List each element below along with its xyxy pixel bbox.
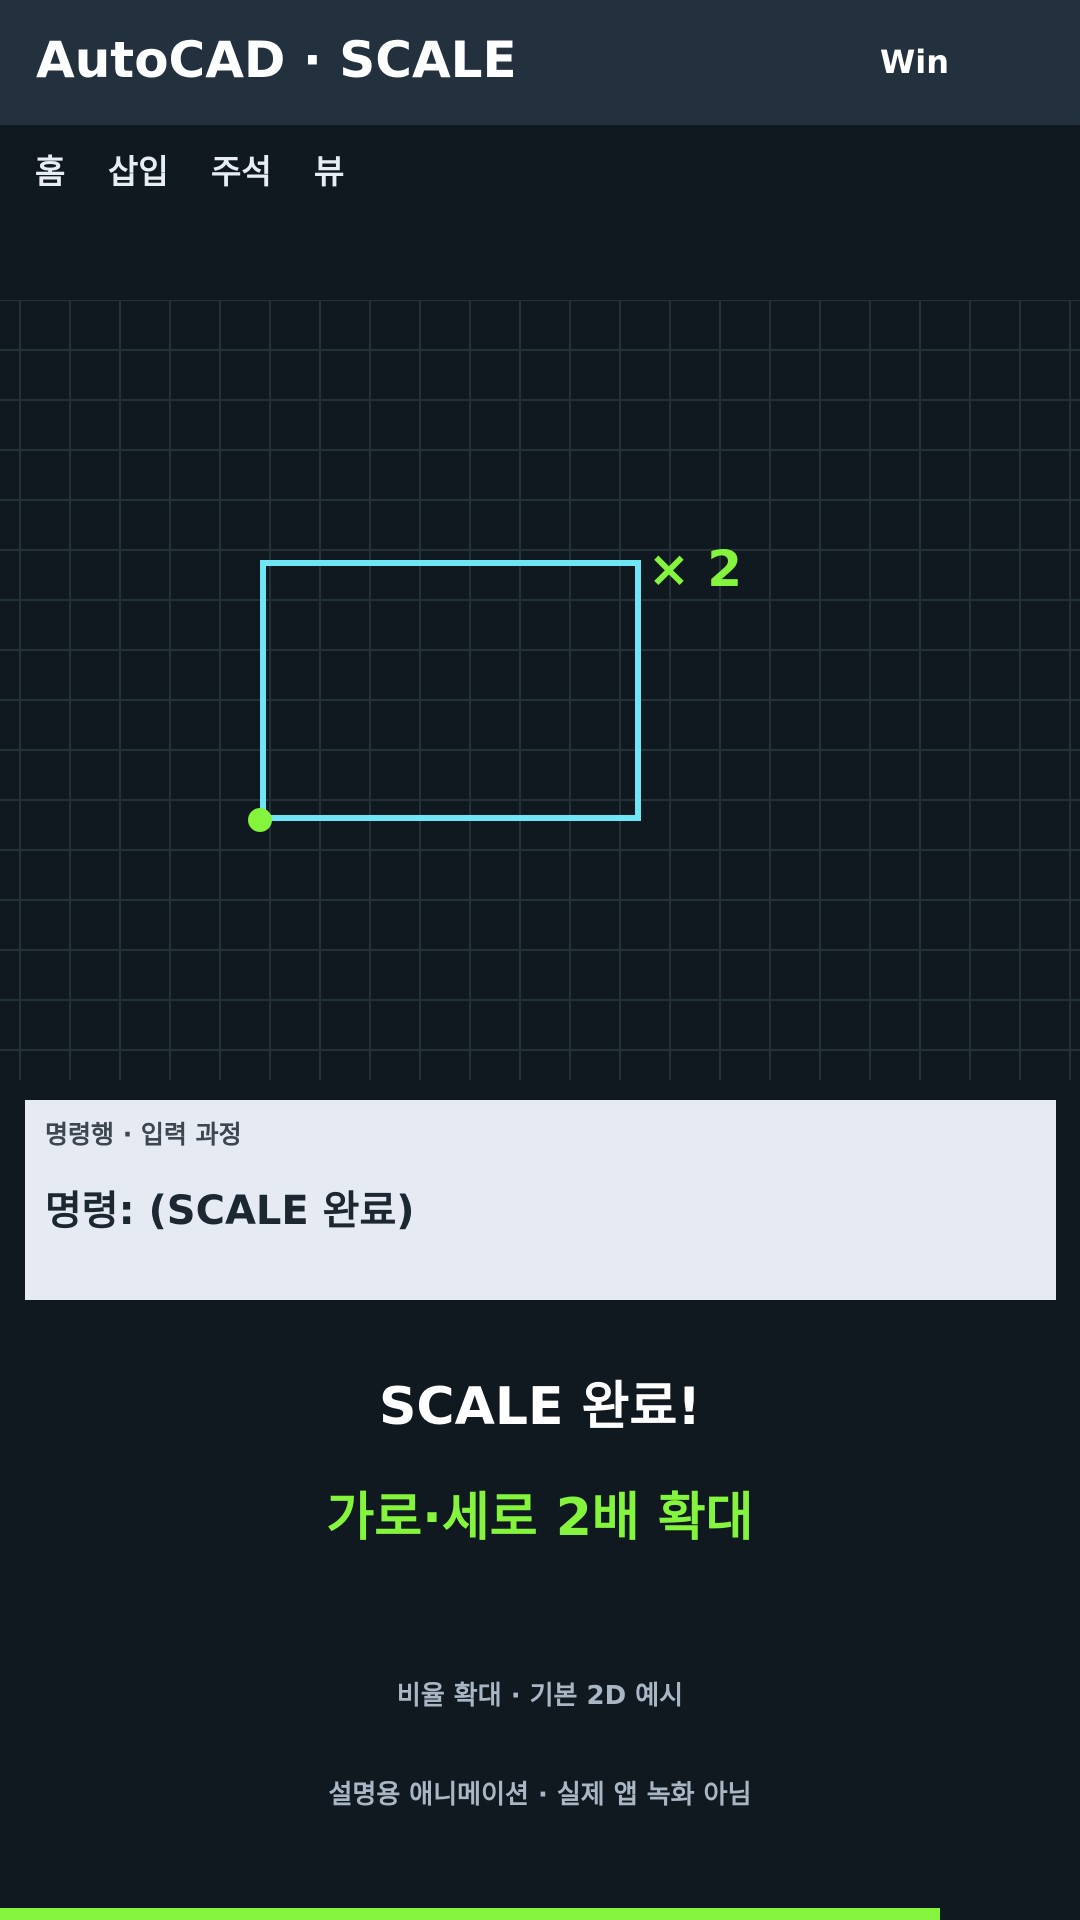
command-panel-caption: 명령행 · 입력 과정: [45, 1120, 242, 1149]
drawing-svg: [248, 560, 641, 832]
scale-factor-label: × 2: [648, 540, 743, 598]
command-line-text[interactable]: 명령: (SCALE 완료): [45, 1184, 415, 1238]
scaled-rectangle[interactable]: [260, 560, 641, 821]
example-note: 비율 확대 · 기본 2D 예시: [396, 1681, 684, 1711]
tab-view[interactable]: 뷰: [314, 148, 344, 196]
progress-fill: [0, 1908, 940, 1920]
app-title: AutoCAD · SCALE: [36, 31, 517, 89]
command-line-panel: 명령행 · 입력 과정 명령: (SCALE 완료): [25, 1100, 1056, 1300]
tab-home[interactable]: 홈: [35, 148, 65, 196]
progress-bar: [0, 1908, 1080, 1920]
disclaimer-note: 설명용 애니메이션 · 실제 앱 녹화 아님: [328, 1780, 752, 1810]
platform-label: Win: [880, 43, 950, 81]
drawing-canvas[interactable]: [0, 300, 1080, 1080]
result-subline: 가로·세로 2배 확대: [326, 1488, 754, 1548]
result-headline: SCALE 완료!: [378, 1377, 701, 1437]
tab-annotate[interactable]: 주석: [211, 148, 272, 196]
tab-insert[interactable]: 삽입: [108, 148, 169, 196]
app-screen: AutoCAD · SCALE Win 홈 삽입 주석 뷰 × 2 명령행 · …: [0, 0, 1080, 1920]
title-bar: AutoCAD · SCALE Win: [0, 0, 1080, 125]
base-point-marker[interactable]: [248, 808, 272, 832]
